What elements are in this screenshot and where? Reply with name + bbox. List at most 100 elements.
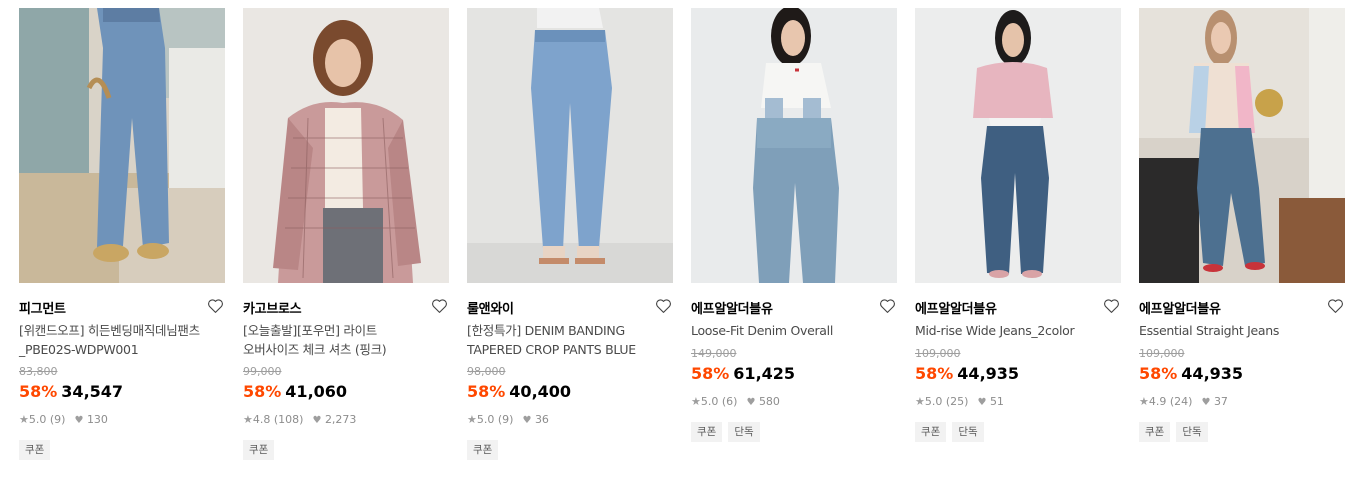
- price-row: 58% 40,400: [467, 381, 571, 403]
- tag-list: 쿠폰 단독: [915, 420, 990, 442]
- original-price: 99,000: [243, 365, 282, 378]
- tag-list: 쿠폰 단독: [691, 420, 766, 442]
- product-image[interactable]: [691, 8, 897, 283]
- coupon-tag: 쿠폰: [19, 440, 51, 460]
- like-count: 51: [989, 395, 1004, 408]
- rating-value: 5.0: [28, 413, 47, 426]
- sale-price: 41,060: [285, 382, 348, 401]
- sale-price: 61,425: [733, 364, 796, 383]
- like-count: 130: [86, 413, 108, 426]
- like-count: 580: [758, 395, 780, 408]
- heart-outline-icon[interactable]: [879, 298, 896, 314]
- like-count: 36: [534, 413, 549, 426]
- product-name[interactable]: Mid-rise Wide Jeans_2color: [915, 321, 1121, 340]
- heart-outline-icon[interactable]: [655, 298, 672, 314]
- brand-row: 피그먼트: [19, 298, 225, 318]
- product-name[interactable]: Essential Straight Jeans: [1139, 321, 1345, 340]
- original-price: 149,000: [691, 347, 737, 360]
- tag-list: 쿠폰: [19, 438, 56, 460]
- product-image[interactable]: [19, 8, 225, 283]
- brand-name[interactable]: 에프알알더블유: [1139, 302, 1221, 317]
- heart-outline-icon[interactable]: [1327, 298, 1344, 314]
- price-row: 58% 44,935: [915, 363, 1019, 385]
- product-name[interactable]: Loose-Fit Denim Overall: [691, 321, 897, 340]
- product-meta: ★5.0 (9) ♥ 36: [467, 413, 549, 428]
- brand-name[interactable]: 에프알알더블유: [915, 302, 997, 317]
- discount-rate: 58%: [19, 382, 58, 401]
- heart-filled-icon: ♥: [522, 415, 532, 426]
- star-icon: ★: [19, 413, 29, 426]
- original-price: 109,000: [915, 347, 961, 360]
- rating-value: 5.0: [476, 413, 495, 426]
- product-grid: 피그먼트 [위캔드오프] 히든벤딩매직데님팬츠 _PBE02S-WDPW001 …: [19, 8, 1353, 478]
- rating-value: 4.9: [1148, 395, 1167, 408]
- discount-rate: 58%: [243, 382, 282, 401]
- heart-filled-icon: ♥: [1201, 397, 1211, 408]
- brand-row: 에프알알더블유: [691, 298, 897, 318]
- like-count: 37: [1213, 395, 1228, 408]
- tag-list: 쿠폰: [467, 438, 504, 460]
- brand-row: 에프알알더블유: [915, 298, 1121, 318]
- product-image[interactable]: [243, 8, 449, 283]
- product-card[interactable]: 에프알알더블유 Mid-rise Wide Jeans_2color 109,0…: [915, 8, 1121, 442]
- star-icon: ★: [915, 395, 925, 408]
- coupon-tag: 쿠폰: [467, 440, 499, 460]
- coupon-tag: 쿠폰: [915, 422, 947, 442]
- product-name-line1[interactable]: [한정특가] DENIM BANDING: [467, 321, 673, 340]
- brand-name[interactable]: 에프알알더블유: [691, 302, 773, 317]
- review-count: (9): [497, 413, 514, 426]
- product-name-line2[interactable]: _PBE02S-WDPW001: [19, 340, 225, 359]
- product-card[interactable]: 에프알알더블유 Loose-Fit Denim Overall 149,000 …: [691, 8, 897, 442]
- product-card[interactable]: 카고브로스 [오늘출발][포우먼] 라이트 오버사이즈 체크 셔츠 (핑크) 9…: [243, 8, 449, 460]
- heart-filled-icon: ♥: [312, 415, 322, 426]
- product-card[interactable]: 피그먼트 [위캔드오프] 히든벤딩매직데님팬츠 _PBE02S-WDPW001 …: [19, 8, 225, 460]
- discount-rate: 58%: [467, 382, 506, 401]
- like-count: 2,273: [324, 413, 357, 426]
- product-meta: ★4.9 (24) ♥ 37: [1139, 395, 1228, 410]
- heart-outline-icon[interactable]: [1103, 298, 1120, 314]
- heart-filled-icon: ♥: [74, 415, 84, 426]
- coupon-tag: 쿠폰: [243, 440, 275, 460]
- exclusive-tag: 단독: [1176, 422, 1208, 442]
- brand-row: 룰앤와이: [467, 298, 673, 318]
- discount-rate: 58%: [915, 364, 954, 383]
- product-image[interactable]: [915, 8, 1121, 283]
- brand-name[interactable]: 피그먼트: [19, 302, 66, 317]
- product-name-line1[interactable]: Mid-rise Wide Jeans_2color: [915, 321, 1121, 340]
- brand-name[interactable]: 룰앤와이: [467, 302, 514, 317]
- rating-value: 4.8: [252, 413, 271, 426]
- product-meta: ★5.0 (6) ♥ 580: [691, 395, 780, 410]
- price-row: 58% 44,935: [1139, 363, 1243, 385]
- product-name[interactable]: [오늘출발][포우먼] 라이트 오버사이즈 체크 셔츠 (핑크): [243, 321, 449, 359]
- product-name-line1[interactable]: Loose-Fit Denim Overall: [691, 321, 897, 340]
- brand-row: 카고브로스: [243, 298, 449, 318]
- discount-rate: 58%: [691, 364, 730, 383]
- product-name-line1[interactable]: [오늘출발][포우먼] 라이트: [243, 321, 449, 340]
- price-row: 58% 41,060: [243, 381, 347, 403]
- product-name-line1[interactable]: [위캔드오프] 히든벤딩매직데님팬츠: [19, 321, 225, 340]
- heart-outline-icon[interactable]: [431, 298, 448, 314]
- discount-rate: 58%: [1139, 364, 1178, 383]
- sale-price: 44,935: [957, 364, 1020, 383]
- product-image[interactable]: [467, 8, 673, 283]
- product-image[interactable]: [1139, 8, 1345, 283]
- product-card[interactable]: 에프알알더블유 Essential Straight Jeans 109,000…: [1139, 8, 1345, 442]
- review-count: (108): [273, 413, 304, 426]
- star-icon: ★: [691, 395, 701, 408]
- product-name[interactable]: [한정특가] DENIM BANDING TAPERED CROP PANTS …: [467, 321, 673, 359]
- star-icon: ★: [243, 413, 253, 426]
- product-name-line2[interactable]: TAPERED CROP PANTS BLUE: [467, 340, 673, 359]
- product-name[interactable]: [위캔드오프] 히든벤딩매직데님팬츠 _PBE02S-WDPW001: [19, 321, 225, 359]
- product-name-line2[interactable]: 오버사이즈 체크 셔츠 (핑크): [243, 340, 449, 359]
- product-meta: ★4.8 (108) ♥ 2,273: [243, 413, 356, 428]
- product-meta: ★5.0 (9) ♥ 130: [19, 413, 108, 428]
- rating-value: 5.0: [924, 395, 943, 408]
- product-name-line1[interactable]: Essential Straight Jeans: [1139, 321, 1345, 340]
- heart-outline-icon[interactable]: [207, 298, 224, 314]
- product-card[interactable]: 룰앤와이 [한정특가] DENIM BANDING TAPERED CROP P…: [467, 8, 673, 460]
- star-icon: ★: [467, 413, 477, 426]
- brand-row: 에프알알더블유: [1139, 298, 1345, 318]
- product-meta: ★5.0 (25) ♥ 51: [915, 395, 1004, 410]
- original-price: 109,000: [1139, 347, 1185, 360]
- brand-name[interactable]: 카고브로스: [243, 302, 302, 317]
